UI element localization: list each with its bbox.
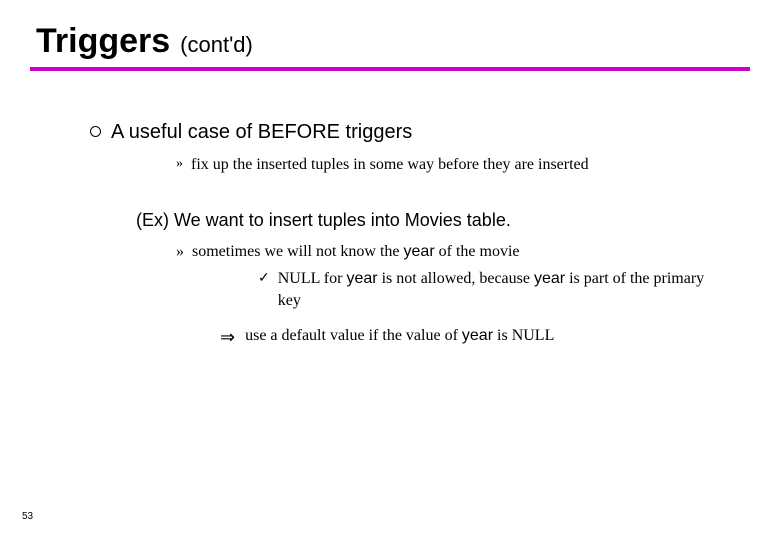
bullet-text: use a default value if the value of year…	[245, 325, 554, 347]
slide: Triggers (cont'd) A useful case of BEFOR…	[0, 0, 780, 540]
code-span: year	[346, 270, 377, 287]
raquo-bullet-icon: »	[176, 241, 184, 263]
text-part: is NULL	[493, 327, 554, 344]
example-line: (Ex) We want to insert tuples into Movie…	[136, 210, 730, 231]
raquo-bullet-icon: »	[176, 155, 183, 174]
text-part: use a default value if the value of	[245, 327, 462, 344]
bullet-text: sometimes we will not know the year of t…	[192, 241, 520, 263]
bullet-text: A useful case of BEFORE triggers	[111, 121, 412, 144]
conclusion-line: ⇒ use a default value if the value of ye…	[220, 325, 730, 349]
bullet-text: NULL for year is not allowed, because ye…	[278, 268, 730, 311]
bullet-level-2: » sometimes we will not know the year of…	[176, 241, 730, 263]
slide-body: A useful case of BEFORE triggers » fix u…	[30, 71, 750, 350]
slide-title: Triggers (cont'd)	[30, 22, 750, 61]
code-span: year	[462, 327, 493, 344]
text-part: sometimes we will not know the	[192, 243, 404, 260]
title-main: Triggers	[36, 22, 170, 61]
code-span: year	[404, 243, 435, 260]
text-part: of the movie	[435, 243, 520, 260]
arrow-icon: ⇒	[220, 325, 235, 349]
text-part: NULL for	[278, 270, 347, 287]
bullet-text: fix up the inserted tuples in some way b…	[191, 154, 589, 176]
bullet-level-2: » fix up the inserted tuples in some way…	[176, 154, 730, 176]
bullet-level-3: ✓ NULL for year is not allowed, because …	[258, 268, 730, 311]
bullet-level-1: A useful case of BEFORE triggers	[90, 121, 730, 144]
check-bullet-icon: ✓	[258, 270, 270, 289]
text-part: is not allowed, because	[378, 270, 534, 287]
code-span: year	[534, 270, 565, 287]
title-sub: (cont'd)	[180, 32, 253, 58]
circle-bullet-icon	[90, 126, 101, 137]
slide-number: 53	[22, 511, 33, 522]
